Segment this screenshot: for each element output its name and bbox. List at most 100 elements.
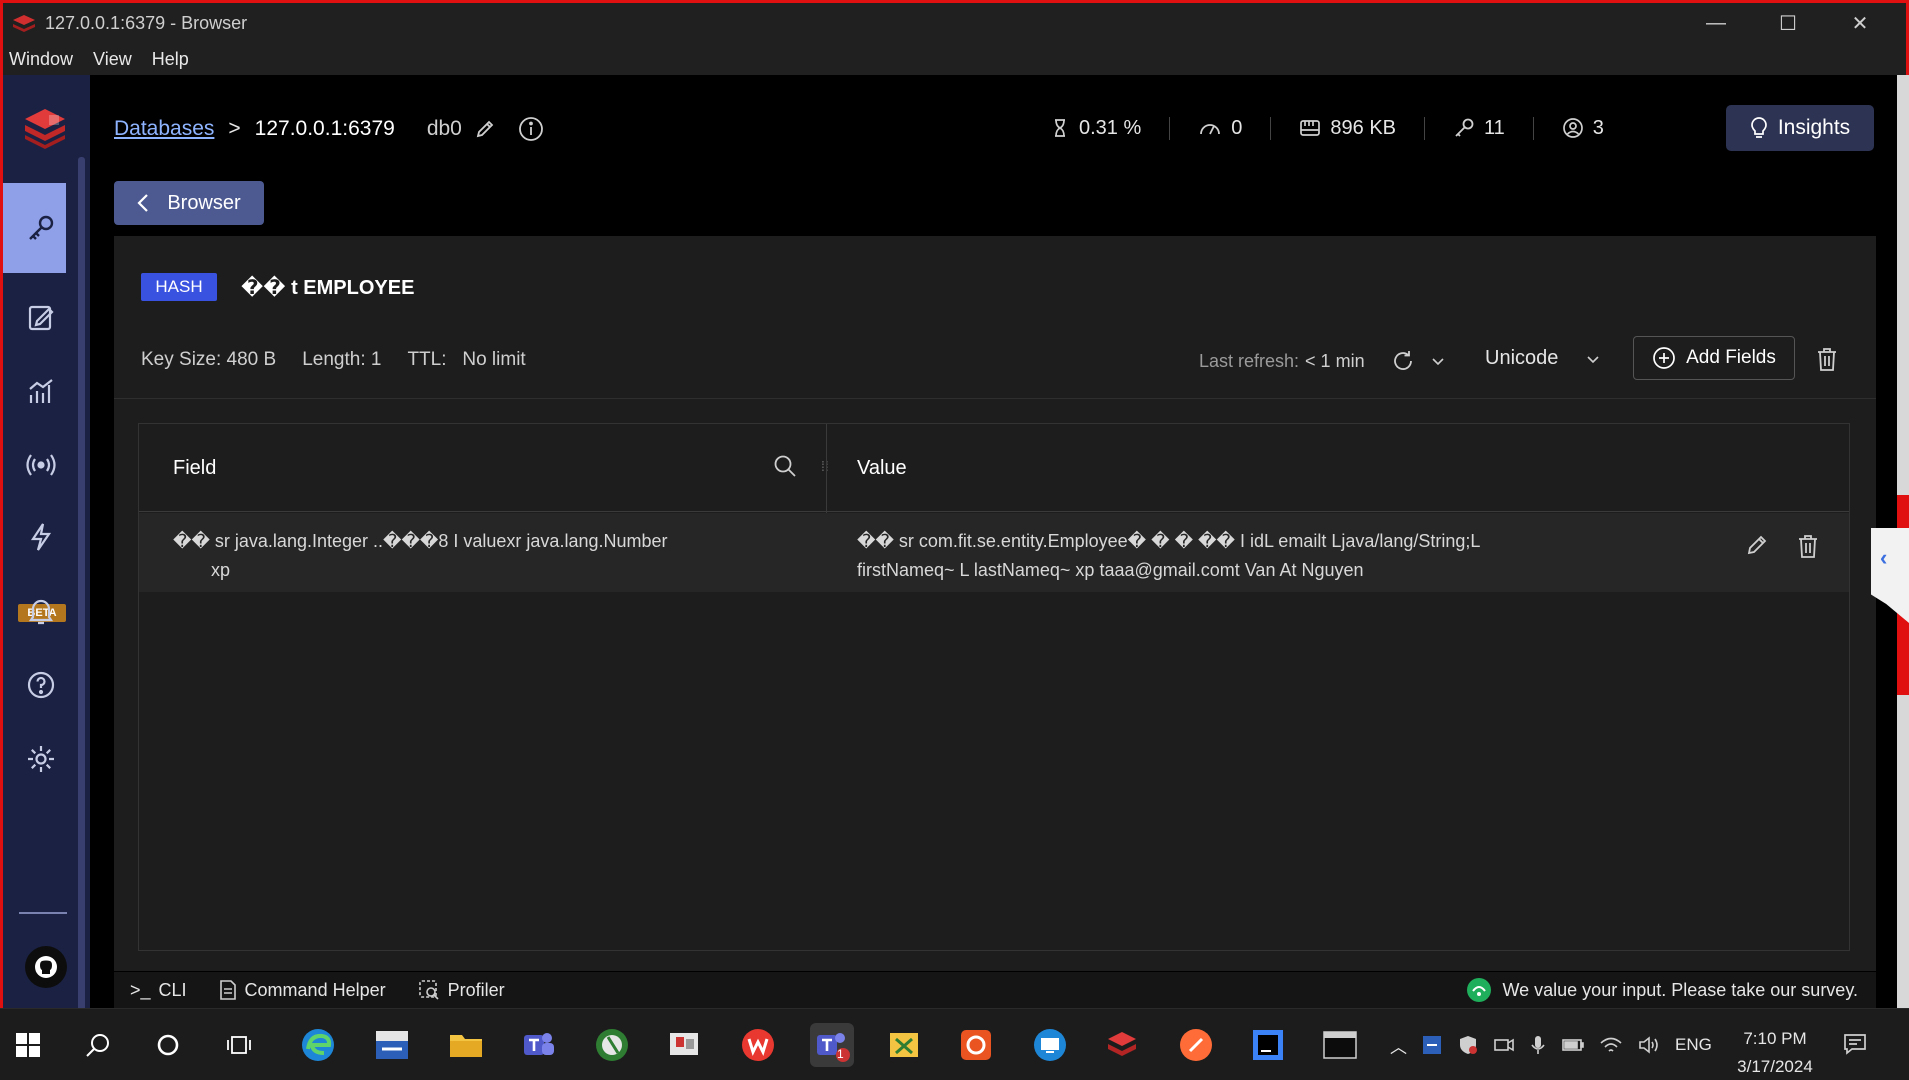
add-fields-button[interactable]: Add Fields xyxy=(1633,336,1795,380)
chevron-left-icon xyxy=(137,194,149,212)
devcpp-icon[interactable] xyxy=(370,1023,414,1067)
terminal-icon[interactable] xyxy=(1318,1023,1362,1067)
key-details-panel: HASH �� t EMPLOYEE Key Size: 480 B Lengt… xyxy=(114,236,1876,971)
window-title: 127.0.0.1:6379 - Browser xyxy=(45,13,248,33)
chevron-up-icon[interactable]: ︿ xyxy=(1390,1033,1407,1058)
clock[interactable]: 7:10 PM 3/17/2024 xyxy=(1720,1025,1830,1080)
edit-field-icon[interactable] xyxy=(1745,533,1769,562)
cortana-icon[interactable] xyxy=(146,1023,190,1067)
delete-key-button[interactable] xyxy=(1815,346,1839,377)
add-fields-label: Add Fields xyxy=(1686,347,1776,368)
last-refresh-label: Last refresh: xyxy=(1199,350,1300,371)
refresh-icon[interactable] xyxy=(1391,349,1415,373)
key-metadata: Key Size: 480 B Length: 1 TTL: No limit xyxy=(141,349,526,371)
table-header: Field ⁞⁞ Value xyxy=(139,424,1849,512)
input-language[interactable]: ENG xyxy=(1675,1035,1712,1055)
sidebar-item-triggers[interactable] xyxy=(21,517,61,557)
sidebar-item-browser[interactable] xyxy=(21,208,61,248)
chevron-down-icon[interactable] xyxy=(1431,356,1445,366)
survey-link[interactable]: We value your input. Please take our sur… xyxy=(1466,972,1858,1008)
camera-icon[interactable] xyxy=(1493,1034,1515,1056)
snipping-tool-icon[interactable] xyxy=(662,1023,706,1067)
gauge-icon xyxy=(1200,124,1221,135)
sidebar-item-workbench[interactable] xyxy=(21,297,61,337)
last-refresh-value: < 1 min xyxy=(1305,350,1365,371)
sidebar-item-settings[interactable] xyxy=(21,739,61,779)
minimize-button[interactable]: — xyxy=(1680,3,1752,44)
back-label: Browser xyxy=(167,191,241,214)
wifi-icon[interactable] xyxy=(1599,1035,1623,1055)
info-icon[interactable] xyxy=(518,116,544,142)
remote-desktop-icon[interactable] xyxy=(1028,1023,1072,1067)
profiler-icon xyxy=(418,980,439,1000)
edge-browser-icon[interactable] xyxy=(296,1023,340,1067)
ttl-label: TTL: xyxy=(407,349,447,370)
shield-icon[interactable] xyxy=(1457,1034,1479,1056)
sourcetree-icon[interactable] xyxy=(590,1023,634,1067)
bottom-bar: >_ CLI Command Helper Profiler We value … xyxy=(114,972,1876,1008)
sticky-app-icon[interactable] xyxy=(882,1023,926,1067)
windows-start-icon[interactable] xyxy=(6,1023,50,1067)
key-ttl[interactable]: TTL: No limit xyxy=(407,349,525,371)
sidebar-scrollbar[interactable] xyxy=(78,157,85,1027)
sidebar-item-pubsub[interactable] xyxy=(21,445,61,485)
menu-help[interactable]: Help xyxy=(152,49,189,70)
menu-view[interactable]: View xyxy=(93,49,132,70)
github-icon[interactable] xyxy=(25,946,67,988)
sidebar: BETA xyxy=(3,75,90,1076)
key-name[interactable]: �� t EMPLOYEE xyxy=(241,275,414,300)
teams-icon[interactable] xyxy=(516,1023,560,1067)
command-helper-label: Command Helper xyxy=(244,979,386,1000)
memory-value: 896 KB xyxy=(1330,116,1396,139)
intellij-icon[interactable] xyxy=(1246,1023,1290,1067)
clients-value: 3 xyxy=(1592,116,1604,139)
file-explorer-icon[interactable] xyxy=(444,1023,488,1067)
document-icon xyxy=(219,980,236,1000)
profiler-button[interactable]: Profiler xyxy=(418,979,505,1001)
tray-app-icon[interactable] xyxy=(1421,1034,1443,1056)
sidebar-item-notifications[interactable] xyxy=(21,591,61,631)
edit-db-icon[interactable] xyxy=(474,118,496,140)
volume-icon[interactable] xyxy=(1637,1035,1661,1055)
search-icon[interactable] xyxy=(773,454,797,483)
cli-button[interactable]: >_ CLI xyxy=(130,980,187,1001)
ttl-value: No limit xyxy=(462,349,526,370)
sidebar-item-help[interactable] xyxy=(21,665,61,705)
wps-office-icon[interactable] xyxy=(736,1023,780,1067)
value-cell: �� sr com.fit.se.entity.Employee� � � ��… xyxy=(857,527,1757,585)
notification-center-icon[interactable] xyxy=(1842,1031,1868,1062)
chevron-left-tab-icon[interactable]: ‹ xyxy=(1880,545,1887,571)
keys-value: 11 xyxy=(1484,116,1505,139)
back-to-browser-button[interactable]: Browser xyxy=(114,181,264,225)
github-glyph-icon xyxy=(35,956,57,978)
postman-icon[interactable] xyxy=(1174,1023,1218,1067)
command-helper-button[interactable]: Command Helper xyxy=(219,979,386,1001)
field-cell: �� sr java.lang.Integer ..���8 I valuexr… xyxy=(173,527,793,585)
taskbar: 1 ︿ ENG 7:10 PM 3/17/2024 xyxy=(0,1008,1909,1080)
redis-app-icon xyxy=(13,14,35,32)
table-row[interactable]: �� sr java.lang.Integer ..���8 I valuexr… xyxy=(139,513,1849,592)
battery-icon[interactable] xyxy=(1561,1036,1585,1054)
delete-field-icon[interactable] xyxy=(1796,533,1820,564)
close-button[interactable]: ✕ xyxy=(1824,3,1896,44)
insights-button[interactable]: Insights xyxy=(1726,105,1874,151)
format-select[interactable]: Unicode xyxy=(1485,347,1600,370)
teams-active-icon[interactable]: 1 xyxy=(810,1023,854,1067)
task-view-icon[interactable] xyxy=(218,1023,262,1067)
microphone-icon[interactable] xyxy=(1529,1034,1547,1056)
breadcrumb-separator: > xyxy=(228,117,241,140)
ubuntu-icon[interactable] xyxy=(954,1023,998,1067)
breadcrumb-databases-link[interactable]: Databases xyxy=(114,117,214,141)
sidebar-divider xyxy=(19,912,67,914)
keys-stat: 11 xyxy=(1424,116,1533,140)
sidebar-item-analytics[interactable] xyxy=(21,371,61,411)
hash-fields-table: Field ⁞⁞ Value �� sr java.lang.Integer .… xyxy=(138,423,1850,951)
breadcrumb-host: 127.0.0.1:6379 xyxy=(254,117,395,140)
menu-window[interactable]: Window xyxy=(9,49,73,70)
search-taskbar-icon[interactable] xyxy=(76,1023,120,1067)
redis-insight-taskbar-icon[interactable] xyxy=(1100,1023,1144,1067)
ops-stat: 0 xyxy=(1169,116,1270,140)
redis-logo-icon[interactable] xyxy=(19,101,71,153)
column-resize-handle[interactable]: ⁞⁞ xyxy=(821,458,829,474)
maximize-button[interactable]: ☐ xyxy=(1752,3,1824,44)
